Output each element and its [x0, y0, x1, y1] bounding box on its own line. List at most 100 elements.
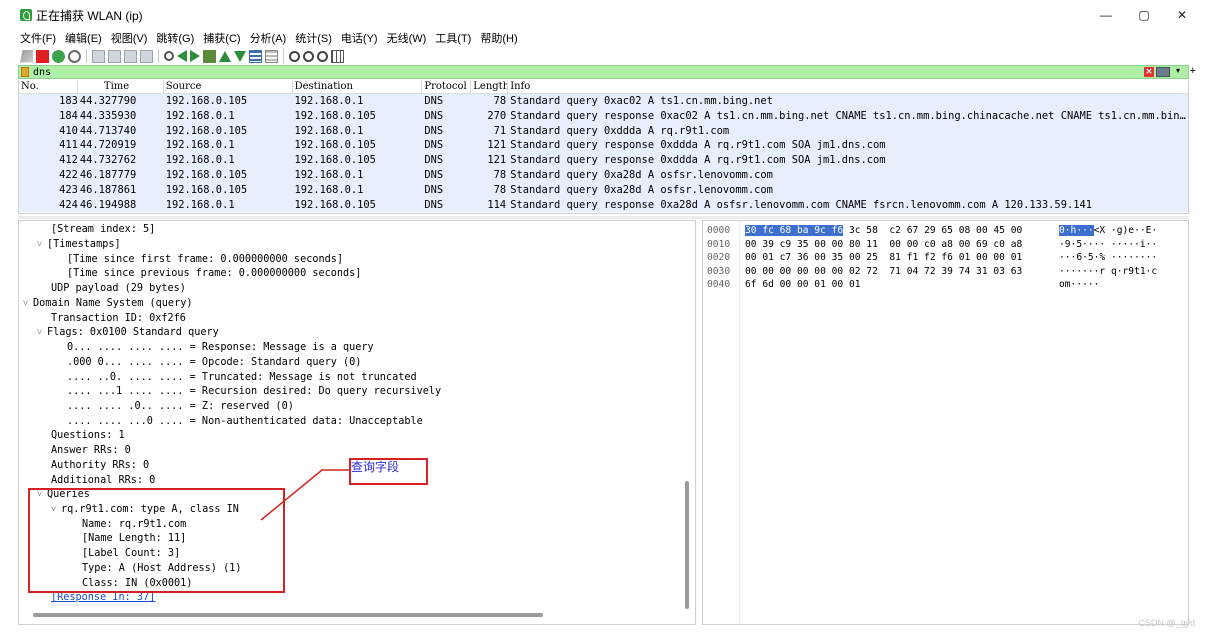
- add-filter-button-icon[interactable]: +: [1190, 65, 1196, 77]
- chevron-down-icon[interactable]: ˅: [23, 297, 33, 312]
- column-header-destination[interactable]: Destination: [293, 80, 423, 93]
- zoom-out-icon[interactable]: [303, 50, 314, 62]
- column-header-no[interactable]: No.: [19, 80, 78, 93]
- chevron-down-icon[interactable]: ˅: [37, 238, 47, 253]
- last-packet-icon[interactable]: [234, 50, 246, 62]
- response-in-link[interactable]: [Response In: 37]: [51, 591, 155, 606]
- tree-item-flag-truncated[interactable]: .... ..0. .... .... = Truncated: Message…: [67, 371, 417, 386]
- column-header-time[interactable]: Time: [78, 80, 164, 93]
- zoom-normal-icon[interactable]: [317, 50, 328, 62]
- table-row[interactable]: 183 44.327790 192.168.0.105 192.168.0.1 DNS 7…: [19, 94, 1188, 109]
- byte-ascii[interactable]: ·······r q·r9t1·c: [1059, 265, 1157, 279]
- window-controls: — ▢ ✕: [1087, 6, 1201, 24]
- apply-filter-icon[interactable]: [1156, 67, 1170, 77]
- column-header-protocol[interactable]: Protocol: [422, 80, 472, 93]
- tree-item-additional-rrs[interactable]: Additional RRs: 0: [51, 474, 155, 489]
- minimize-button[interactable]: —: [1087, 6, 1125, 24]
- table-row[interactable]: 412 44.732762 192.168.0.1 192.168.0.105 DNS 1…: [19, 153, 1188, 168]
- tree-item-answer-rrs[interactable]: Answer RRs: 0: [51, 444, 131, 459]
- autoscroll-icon[interactable]: [249, 49, 262, 63]
- reload-icon[interactable]: [140, 49, 153, 63]
- maximize-button[interactable]: ▢: [1125, 6, 1163, 24]
- column-header-info[interactable]: Info: [508, 80, 1188, 93]
- go-forward-icon[interactable]: [190, 50, 200, 62]
- tree-item-udp-payload[interactable]: UDP payload (29 bytes): [51, 282, 186, 297]
- window-title: 正在捕获 WLAN (ip): [36, 8, 143, 23]
- byte-hex[interactable]: 00 01 c7 36 00 35 00 25 81 f1 f2 f6 01 0…: [745, 251, 1022, 265]
- byte-ascii-text: om·····: [1059, 279, 1100, 290]
- menu-file[interactable]: 文件(F): [20, 30, 56, 46]
- packet-bytes-pane: 0000 30 fc 68 ba 9c f6 3c 58 c2 67 29 65 …: [702, 220, 1189, 625]
- menu-statistics[interactable]: 统计(S): [295, 30, 332, 46]
- tree-item-timestamps[interactable]: ˅ [Timestamps]: [37, 238, 121, 253]
- table-row[interactable]: 423 46.187861 192.168.0.105 192.168.0.1 DNS 7…: [19, 182, 1188, 198]
- byte-ascii[interactable]: ···6·5·% ········: [1059, 251, 1157, 265]
- cell-protocol: DNS: [424, 124, 444, 137]
- menu-edit[interactable]: 编辑(E): [65, 30, 102, 46]
- menu-help[interactable]: 帮助(H): [480, 30, 517, 46]
- tree-item-questions[interactable]: Questions: 1: [51, 429, 125, 444]
- byte-hex[interactable]: 00 00 00 00 00 00 02 72 71 04 72 39 74 3…: [745, 265, 1022, 279]
- tree-item-stream-index[interactable]: [Stream index: 5]: [51, 223, 155, 238]
- byte-ascii[interactable]: ·9·5···· ·····i··: [1059, 238, 1157, 252]
- save-file-icon[interactable]: [108, 49, 121, 63]
- clear-filter-icon[interactable]: ✕: [1144, 67, 1154, 77]
- tree-item-flag-recursion[interactable]: .... ...1 .... .... = Recursion desired:…: [67, 385, 441, 400]
- colorize-icon[interactable]: [265, 49, 278, 63]
- restart-icon[interactable]: [52, 49, 65, 63]
- byte-ascii[interactable]: om·····: [1059, 278, 1099, 292]
- resize-columns-icon[interactable]: [331, 49, 344, 63]
- cell-destination: 192.168.0.105: [294, 109, 376, 122]
- chevron-down-icon[interactable]: ˅: [37, 326, 47, 341]
- byte-offset: 0040: [707, 279, 731, 290]
- byte-hex[interactable]: 30 fc 68 ba 9c f6 3c 58 c2 67 29 65 08 0…: [745, 224, 1022, 238]
- column-header-length[interactable]: Length: [471, 80, 509, 93]
- horizontal-scrollbar[interactable]: [33, 613, 543, 617]
- menu-view[interactable]: 视图(V): [111, 30, 148, 46]
- byte-hex[interactable]: 00 39 c9 35 00 00 80 11 00 00 c0 a8 00 6…: [745, 238, 1022, 252]
- menu-analyze[interactable]: 分析(A): [250, 30, 287, 46]
- go-back-icon[interactable]: [177, 50, 187, 62]
- menu-capture[interactable]: 捕获(C): [203, 30, 240, 46]
- column-header-source[interactable]: Source: [164, 80, 293, 93]
- menu-telephony[interactable]: 电话(Y): [341, 30, 378, 46]
- table-row[interactable]: 411 44.720919 192.168.0.1 192.168.0.105 DNS 1…: [19, 138, 1188, 154]
- vertical-scrollbar[interactable]: [685, 481, 689, 609]
- pane-splitter[interactable]: [18, 216, 1189, 219]
- tree-item-flag-opcode[interactable]: .000 0... .... .... = Opcode: Standard q…: [67, 356, 361, 371]
- table-row[interactable]: 410 44.713740 192.168.0.105 192.168.0.1 DNS 7…: [19, 123, 1188, 139]
- close-file-icon[interactable]: [124, 49, 137, 63]
- tree-item-transaction-id[interactable]: Transaction ID: 0xf2f6: [51, 312, 186, 327]
- tree-item-time-first[interactable]: [Time since first frame: 0.000000000 sec…: [67, 253, 343, 268]
- table-row[interactable]: 422 46.187779 192.168.0.105 192.168.0.1 DNS 7…: [19, 167, 1188, 183]
- shark-fin-icon[interactable]: [20, 49, 33, 63]
- open-file-icon[interactable]: [92, 49, 105, 63]
- close-button[interactable]: ✕: [1163, 6, 1201, 24]
- menu-wireless[interactable]: 无线(W): [387, 30, 427, 46]
- zoom-in-icon[interactable]: [289, 50, 300, 62]
- cell-length: 78: [493, 95, 507, 107]
- tree-item-flag-z[interactable]: .... .... .0.. .... = Z: reserved (0): [67, 400, 294, 415]
- menu-tools[interactable]: 工具(T): [435, 30, 471, 46]
- stop-icon[interactable]: [36, 49, 49, 63]
- cell-no: 422: [59, 168, 78, 181]
- first-packet-icon[interactable]: [219, 50, 231, 62]
- tree-item-flag-nonauth[interactable]: .... .... ...0 .... = Non-authenticated …: [67, 415, 423, 430]
- go-to-packet-icon[interactable]: [203, 49, 216, 63]
- chevron-down-icon[interactable]: ▾: [1176, 66, 1180, 75]
- byte-ascii[interactable]: 0·h···<X ·g)e··E·: [1059, 224, 1157, 238]
- tree-item-authority-rrs[interactable]: Authority RRs: 0: [51, 459, 149, 474]
- table-row[interactable]: 424 46.194988 192.168.0.1 192.168.0.105 DNS 1…: [19, 197, 1188, 213]
- bookmark-icon[interactable]: [21, 67, 29, 77]
- tree-item-flag-response[interactable]: 0... .... .... .... = Response: Message …: [67, 341, 374, 356]
- tree-item-dns[interactable]: ˅ Domain Name System (query): [23, 297, 192, 312]
- menu-go[interactable]: 跳转(G): [156, 30, 194, 46]
- find-icon[interactable]: [164, 51, 174, 61]
- byte-hex[interactable]: 6f 6d 00 00 01 00 01: [745, 278, 861, 292]
- display-filter-bar[interactable]: dns ✕ ▾ +: [18, 65, 1196, 79]
- table-row[interactable]: 184 44.335930 192.168.0.1 192.168.0.105 DNS 2…: [19, 108, 1188, 124]
- filter-input[interactable]: dns: [33, 67, 51, 78]
- capture-options-icon[interactable]: [68, 49, 81, 63]
- tree-item-time-prev[interactable]: [Time since previous frame: 0.000000000 …: [67, 267, 361, 282]
- tree-item-flags[interactable]: ˅ Flags: 0x0100 Standard query: [37, 326, 219, 341]
